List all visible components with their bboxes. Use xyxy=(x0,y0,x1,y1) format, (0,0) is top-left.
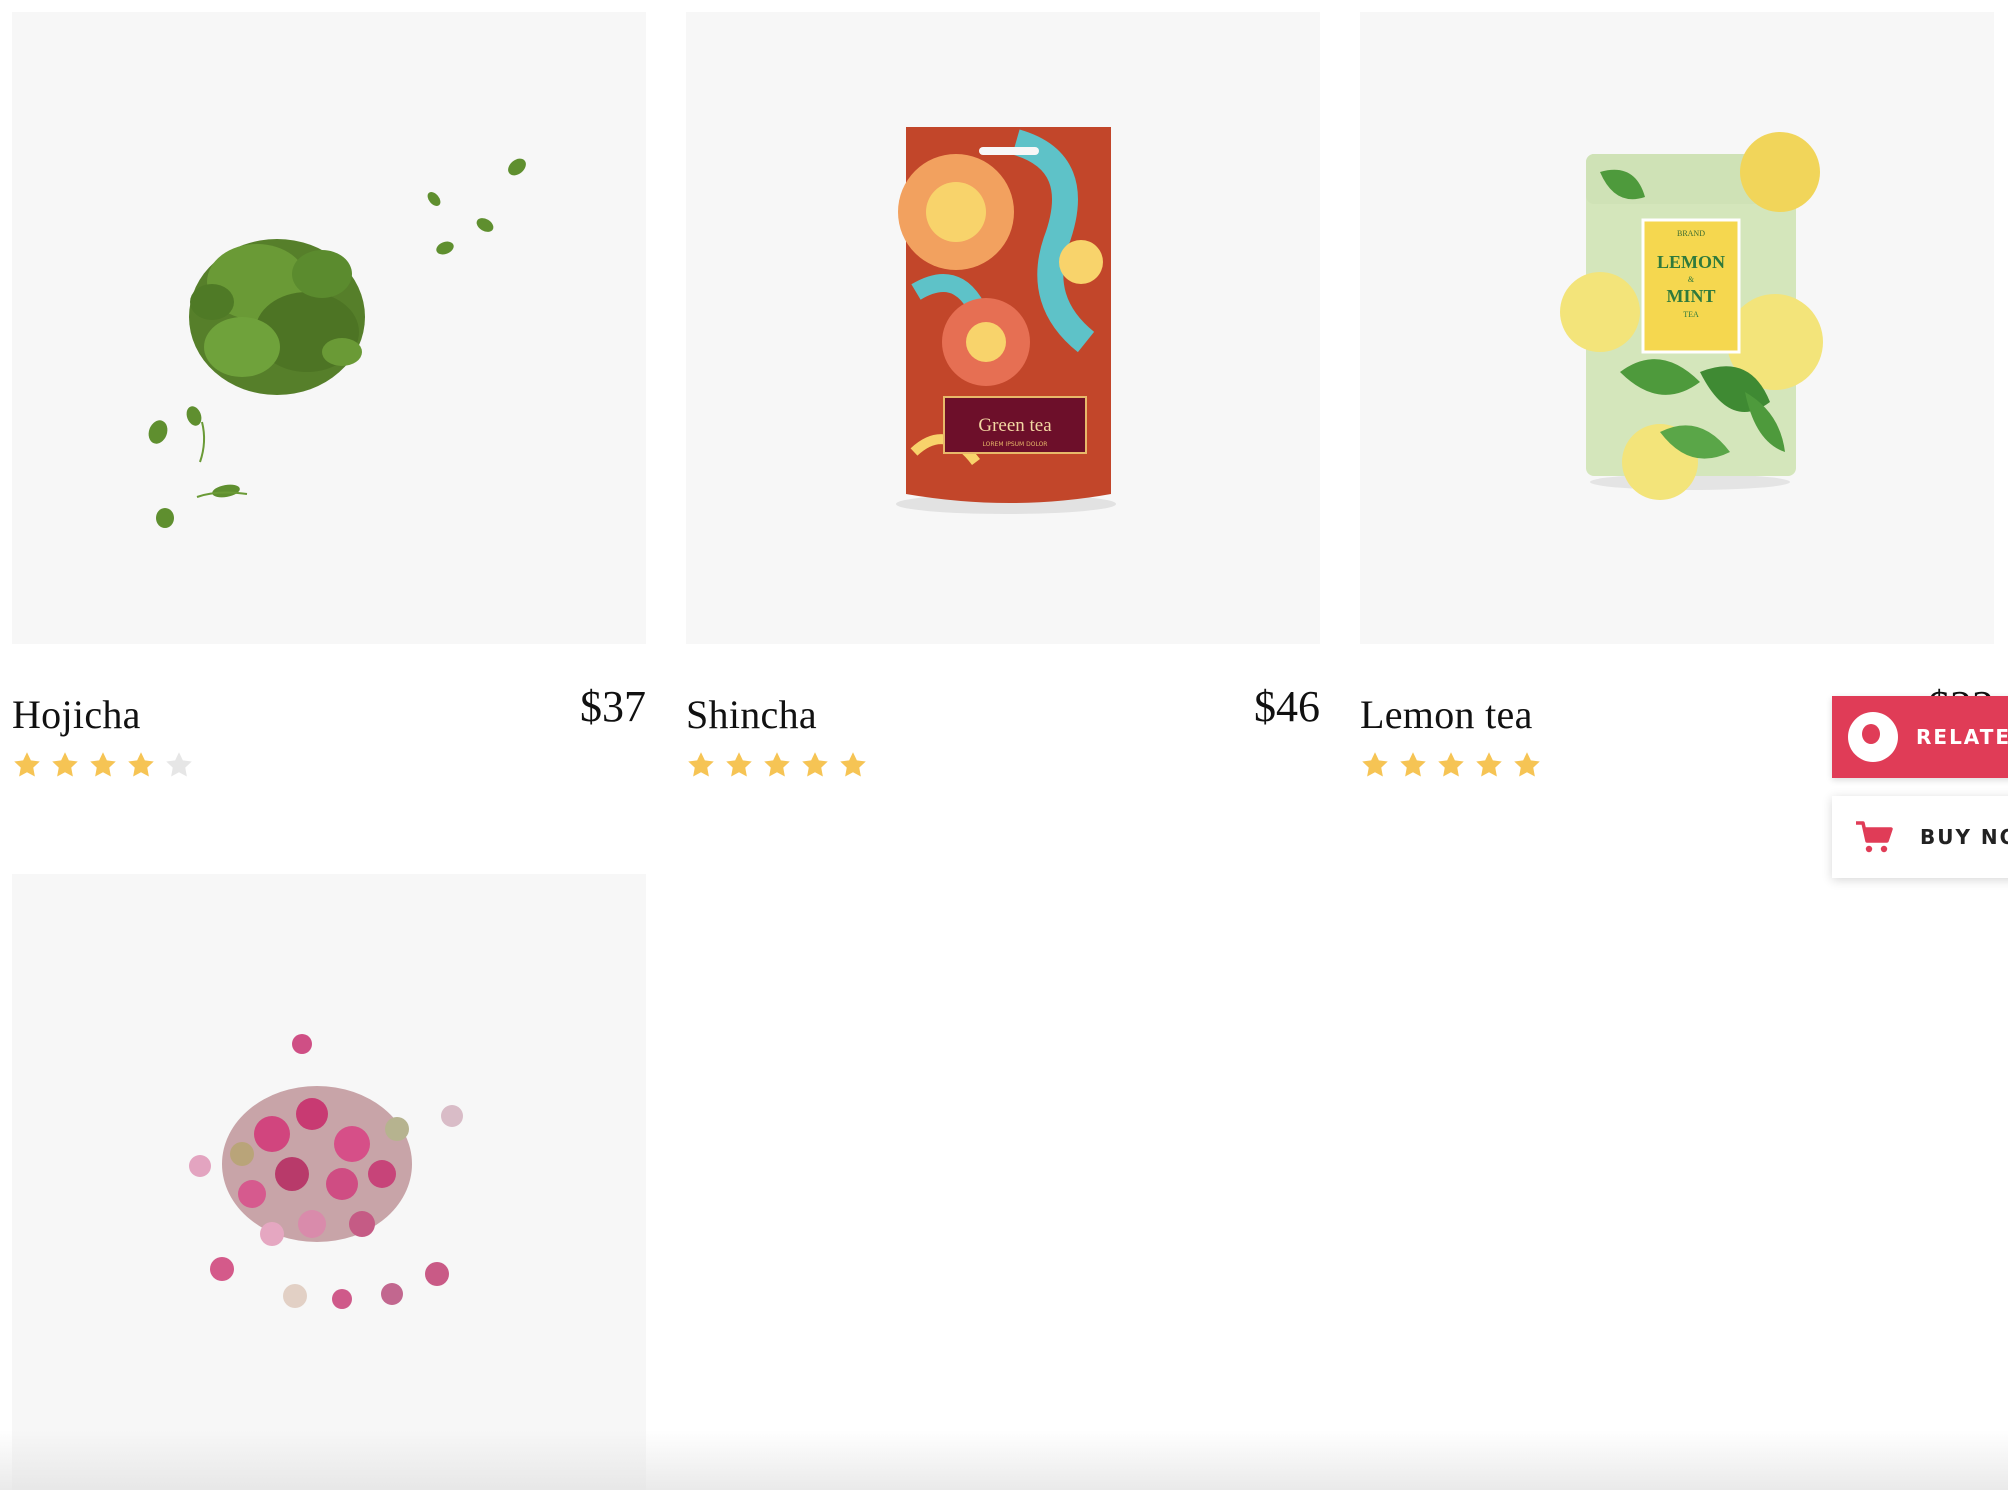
star-rating xyxy=(1360,750,1542,780)
star-rating xyxy=(12,750,194,780)
loose-tea-leaves-image xyxy=(148,158,526,528)
buy-now-button[interactable]: BUY NOW xyxy=(1832,796,2008,878)
shopping-cart-icon xyxy=(1856,821,1893,853)
buy-now-label: BUY NOW xyxy=(1920,825,2008,849)
pouch-label: Green tea xyxy=(978,415,1052,436)
product-image-lemon-tea[interactable]: BRAND LEMON & MINT TEA xyxy=(1360,12,1994,644)
tea-tin-image: BRAND LEMON & MINT TEA xyxy=(1560,132,1823,500)
star-filled-icon xyxy=(1514,752,1540,777)
tin-amp: & xyxy=(1688,275,1695,284)
star-filled-icon xyxy=(1476,752,1502,777)
product-card-rose-buds xyxy=(12,874,646,1490)
star-filled-icon xyxy=(1438,752,1464,777)
star-filled-icon xyxy=(802,752,828,777)
related-button[interactable]: RELATED xyxy=(1832,696,2008,778)
star-filled-icon xyxy=(52,752,78,777)
bottom-fade xyxy=(0,1430,2008,1490)
product-card-lemon-tea: BRAND LEMON & MINT TEA Lemon tea $22 xyxy=(1360,12,1994,777)
product-price: $46 xyxy=(1254,682,1320,731)
related-label: RELATED xyxy=(1916,725,2008,749)
product-image-rose-buds[interactable] xyxy=(12,874,646,1490)
product-title[interactable]: Lemon tea xyxy=(1360,692,1533,738)
star-rating xyxy=(686,750,868,780)
pouch-sublabel: LOREM IPSUM DOLOR xyxy=(983,441,1048,448)
dried-rose-buds-image xyxy=(189,1034,463,1309)
product-card-shincha: Green tea LOREM IPSUM DOLOR Shincha $46 xyxy=(686,12,1320,777)
star-filled-icon xyxy=(1400,752,1426,777)
star-empty-icon xyxy=(166,752,192,777)
product-title[interactable]: Shincha xyxy=(686,692,817,738)
product-image-hojicha[interactable] xyxy=(12,12,646,644)
tea-pouch-image: Green tea LOREM IPSUM DOLOR xyxy=(896,127,1116,514)
star-filled-icon xyxy=(1362,752,1388,777)
tin-line2: MINT xyxy=(1667,286,1716,306)
star-filled-icon xyxy=(840,752,866,777)
product-title[interactable]: Hojicha xyxy=(12,692,141,738)
product-image-shincha[interactable]: Green tea LOREM IPSUM DOLOR xyxy=(686,12,1320,644)
product-price: $37 xyxy=(580,682,646,731)
star-filled-icon xyxy=(688,752,714,777)
related-icon xyxy=(1848,712,1898,762)
star-filled-icon xyxy=(726,752,752,777)
tin-line1: LEMON xyxy=(1657,252,1725,272)
star-filled-icon xyxy=(90,752,116,777)
tin-line3: TEA xyxy=(1683,310,1699,319)
product-card-hojicha: Hojicha $37 xyxy=(12,12,646,777)
star-filled-icon xyxy=(764,752,790,777)
tin-brand: BRAND xyxy=(1677,229,1705,238)
star-filled-icon xyxy=(128,752,154,777)
star-filled-icon xyxy=(14,752,40,777)
